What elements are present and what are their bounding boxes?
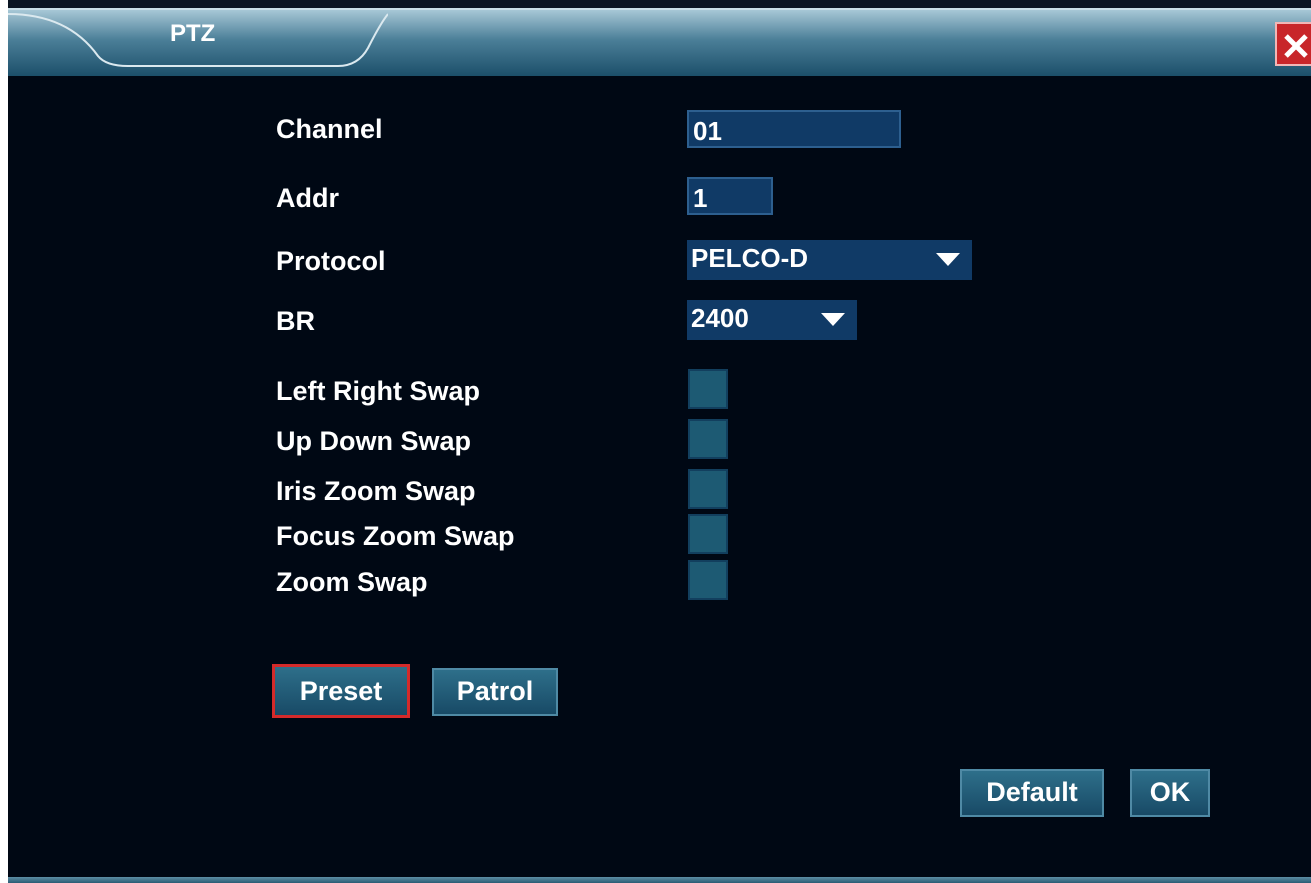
window-bottom-edge bbox=[8, 877, 1311, 883]
window-left-edge bbox=[0, 0, 8, 883]
preset-button[interactable]: Preset bbox=[272, 664, 410, 718]
iris-zoom-swap-label: Iris Zoom Swap bbox=[276, 476, 476, 506]
close-button[interactable] bbox=[1275, 22, 1311, 66]
zoom-swap-label: Zoom Swap bbox=[276, 567, 428, 597]
addr-label: Addr bbox=[276, 183, 339, 213]
channel-label: Channel bbox=[276, 114, 383, 144]
up-down-swap-label: Up Down Swap bbox=[276, 426, 471, 456]
patrol-button[interactable]: Patrol bbox=[432, 668, 558, 716]
window-title: PTZ bbox=[170, 20, 216, 47]
close-icon bbox=[1284, 34, 1308, 58]
protocol-dropdown[interactable]: PELCO-D bbox=[687, 240, 972, 280]
chevron-down-icon bbox=[936, 253, 960, 266]
chevron-down-icon bbox=[821, 313, 845, 326]
up-down-swap-checkbox[interactable] bbox=[688, 419, 728, 459]
left-right-swap-checkbox[interactable] bbox=[688, 369, 728, 409]
focus-zoom-swap-checkbox[interactable] bbox=[688, 514, 728, 554]
ptz-window: PTZ Channel 01 Addr 1 Protocol PELCO-D B… bbox=[0, 0, 1311, 883]
default-button[interactable]: Default bbox=[960, 769, 1104, 817]
ok-button[interactable]: OK bbox=[1130, 769, 1210, 817]
br-dropdown[interactable]: 2400 bbox=[687, 300, 857, 340]
left-right-swap-label: Left Right Swap bbox=[276, 376, 480, 406]
channel-field[interactable]: 01 bbox=[687, 110, 901, 148]
protocol-label: Protocol bbox=[276, 246, 386, 276]
addr-field[interactable]: 1 bbox=[687, 177, 773, 215]
focus-zoom-swap-label: Focus Zoom Swap bbox=[276, 521, 515, 551]
protocol-value: PELCO-D bbox=[691, 243, 808, 273]
zoom-swap-checkbox[interactable] bbox=[688, 560, 728, 600]
br-label: BR bbox=[276, 306, 315, 336]
iris-zoom-swap-checkbox[interactable] bbox=[688, 469, 728, 509]
content-area bbox=[8, 76, 1311, 877]
br-value: 2400 bbox=[691, 303, 749, 333]
